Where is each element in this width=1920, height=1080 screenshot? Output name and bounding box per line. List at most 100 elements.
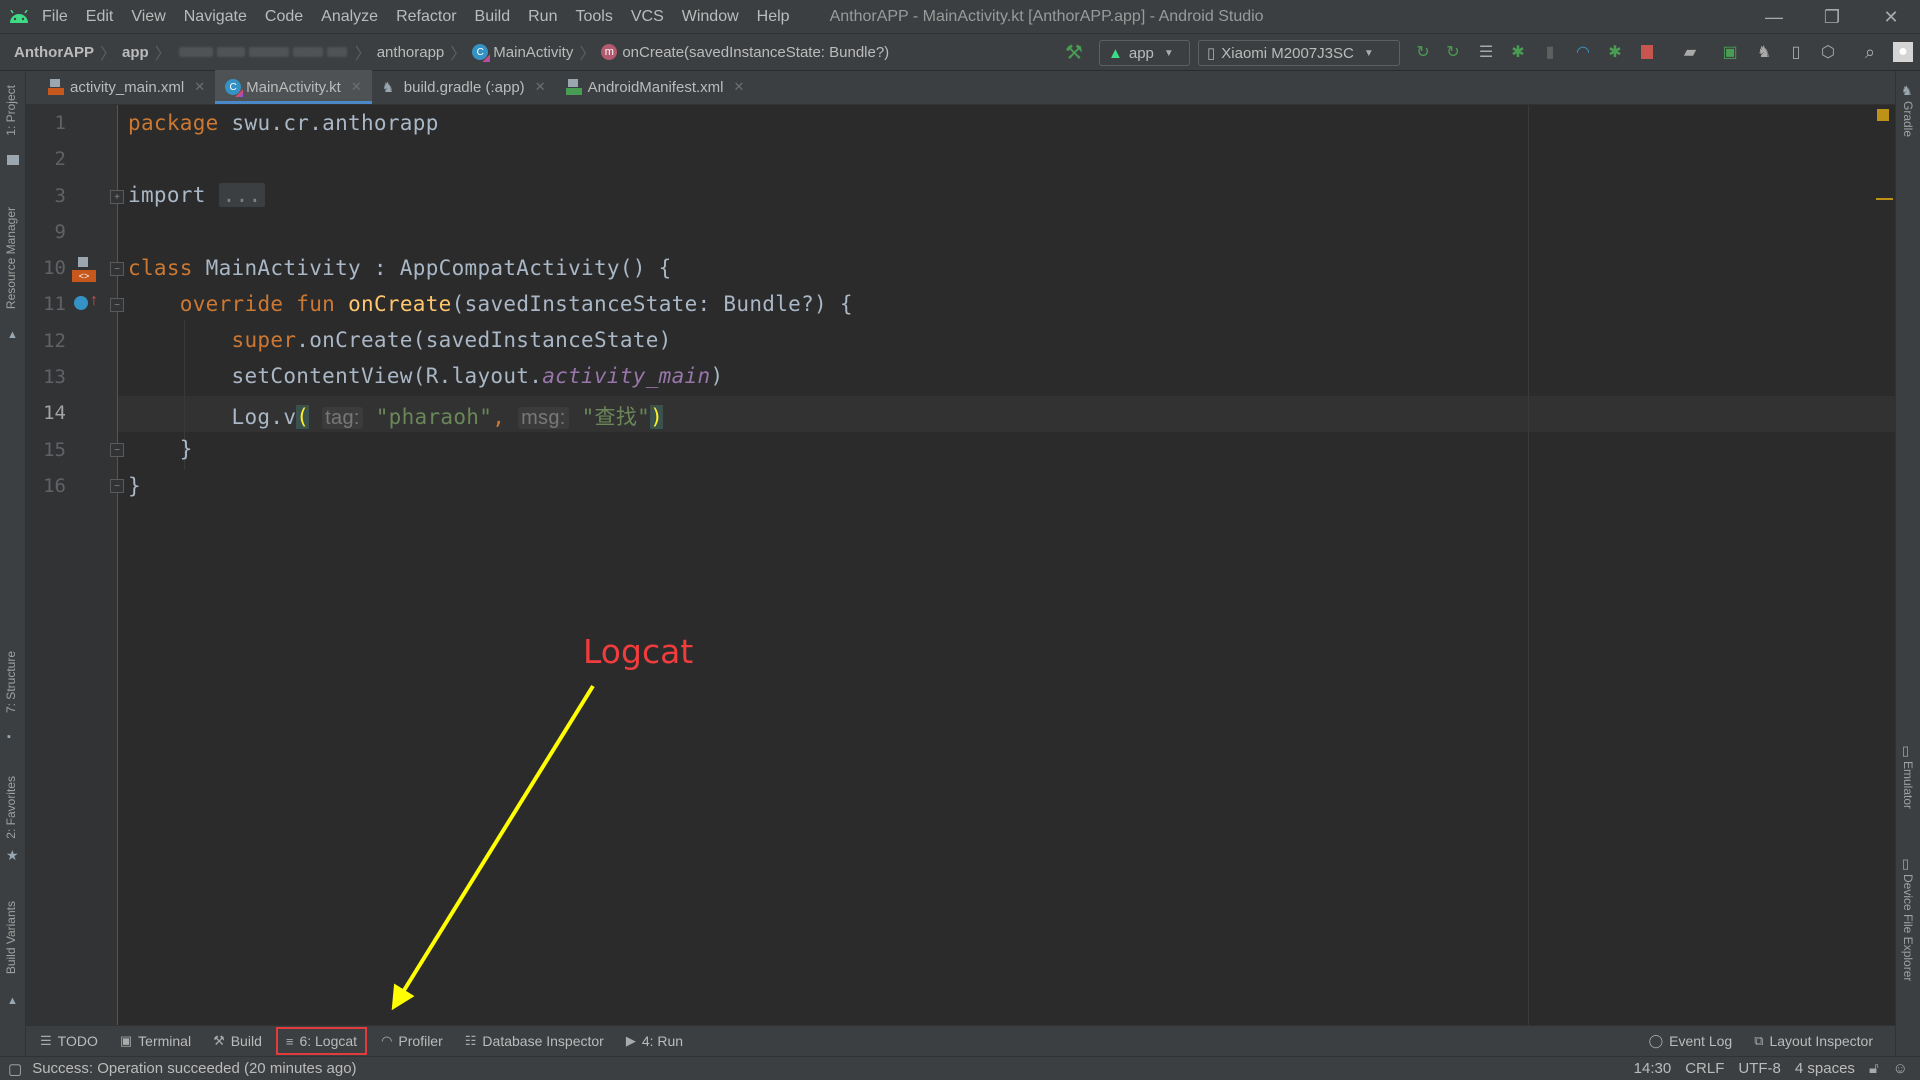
close-tab-icon[interactable]: ✕ bbox=[351, 79, 362, 95]
menu-file[interactable]: File bbox=[42, 8, 68, 26]
breadcrumb-package[interactable]: anthorapp bbox=[377, 44, 445, 61]
breadcrumb-separator: 〉 bbox=[450, 46, 467, 63]
kotlin-class-icon: C bbox=[472, 44, 489, 60]
menu-tools[interactable]: Tools bbox=[575, 8, 612, 26]
close-tab-icon[interactable]: ✕ bbox=[535, 79, 546, 95]
tool-window-layout-inspector[interactable]: ⧉ Layout Inspector bbox=[1754, 1033, 1873, 1049]
apply-changes-restart-icon[interactable]: ↻ bbox=[1413, 42, 1433, 62]
tool-emulator[interactable]: Emulator bbox=[1901, 761, 1915, 809]
debug-icon[interactable]: ✱ bbox=[1508, 42, 1528, 62]
tool-window-database-inspector[interactable]: ☷ Database Inspector bbox=[465, 1033, 604, 1049]
bottom-tool-bar: ☰ TODO ▣ Terminal ⚒ Build ≡ 6: Logcat ◠ Profi… bbox=[26, 1025, 1895, 1056]
menu-vcs[interactable]: VCS bbox=[631, 8, 664, 26]
fold-expand-icon[interactable]: + bbox=[110, 190, 124, 204]
tool-window-terminal[interactable]: ▣ Terminal bbox=[120, 1033, 191, 1049]
layout-file-icon[interactable]: <> bbox=[72, 257, 96, 283]
line-number: 15 bbox=[43, 439, 66, 461]
run-config-select[interactable]: ▲ app ▼ bbox=[1099, 40, 1190, 66]
warning-stripe-marker[interactable] bbox=[1876, 198, 1893, 200]
tool-build-variants[interactable]: Build Variants bbox=[4, 901, 18, 974]
menu-window[interactable]: Window bbox=[682, 8, 739, 26]
android-icon: ▲ bbox=[7, 995, 18, 1007]
tool-favorites[interactable]: 2: Favorites bbox=[4, 776, 18, 839]
status-message[interactable]: Success: Operation succeeded (20 minutes… bbox=[32, 1060, 356, 1077]
close-tab-icon[interactable]: ✕ bbox=[194, 79, 205, 95]
menu-help[interactable]: Help bbox=[757, 8, 790, 26]
emulator-icon: ▯ bbox=[1902, 743, 1910, 758]
tool-device-file-explorer[interactable]: Device File Explorer bbox=[1901, 874, 1915, 981]
menu-code[interactable]: Code bbox=[265, 8, 303, 26]
overrides-method-icon[interactable] bbox=[74, 296, 88, 310]
tool-window-logcat[interactable]: ≡ 6: Logcat bbox=[275, 1027, 368, 1055]
tool-resource-manager[interactable]: Resource Manager bbox=[4, 207, 18, 309]
tool-window-run[interactable]: ▶ 4: Run bbox=[626, 1033, 683, 1049]
status-toggle-icon[interactable]: ▢ bbox=[8, 1060, 22, 1078]
debug-attach-icon[interactable]: ✱ bbox=[1605, 42, 1625, 62]
breadcrumb-separator: 〉 bbox=[100, 46, 117, 63]
restore-button[interactable]: ❐ bbox=[1803, 0, 1861, 34]
code-editor[interactable] bbox=[118, 105, 1895, 1025]
tab-activity-main-xml[interactable]: activity_main.xml ✕ bbox=[38, 70, 215, 104]
tool-structure[interactable]: 7: Structure bbox=[4, 651, 18, 713]
search-icon[interactable]: ⌕ bbox=[1860, 42, 1880, 62]
sdk-download-icon[interactable]: ⬡ bbox=[1818, 42, 1838, 62]
code-line-1: package swu.cr.anthorapp bbox=[128, 111, 439, 135]
code-line-13: setContentView(R.layout.activity_main) bbox=[231, 364, 724, 388]
minimize-button[interactable]: — bbox=[1745, 0, 1803, 34]
tool-gradle[interactable]: Gradle bbox=[1901, 101, 1915, 137]
profiler-icon: ◠ bbox=[381, 1033, 393, 1048]
close-tab-icon[interactable]: ✕ bbox=[733, 79, 744, 95]
menu-run[interactable]: Run bbox=[528, 8, 557, 26]
tab-mainactivity-kt[interactable]: C MainActivity.kt ✕ bbox=[215, 70, 372, 104]
tab-label: AndroidManifest.xml bbox=[587, 78, 724, 96]
account-icon[interactable]: ● bbox=[1893, 42, 1913, 62]
fold-collapse-icon[interactable]: − bbox=[110, 298, 124, 312]
warning-indicator-icon[interactable] bbox=[1877, 109, 1889, 121]
avd-manager-icon[interactable]: ▣ bbox=[1720, 42, 1740, 62]
breadcrumb-module[interactable]: app bbox=[122, 44, 149, 61]
tool-window-build[interactable]: ⚒ Build bbox=[213, 1033, 262, 1049]
breadcrumb-project[interactable]: AnthorAPP bbox=[14, 44, 94, 61]
structure-icon: ▪ bbox=[7, 731, 11, 743]
close-window-button[interactable]: ✕ bbox=[1862, 0, 1920, 34]
tool-window-profiler[interactable]: ◠ Profiler bbox=[381, 1033, 443, 1049]
profile-icon[interactable]: ◠ bbox=[1573, 42, 1593, 62]
device-manager-icon[interactable]: ▯ bbox=[1786, 42, 1806, 62]
breadcrumb-redacted bbox=[177, 44, 349, 61]
menu-refactor[interactable]: Refactor bbox=[396, 8, 456, 26]
tab-label: activity_main.xml bbox=[70, 78, 185, 96]
menu-build[interactable]: Build bbox=[475, 8, 511, 26]
menu-navigate[interactable]: Navigate bbox=[184, 8, 247, 26]
file-encoding[interactable]: UTF-8 bbox=[1738, 1060, 1781, 1077]
tab-android-manifest[interactable]: AndroidManifest.xml ✕ bbox=[556, 70, 755, 104]
breadcrumb-method[interactable]: m onCreate(savedInstanceState: Bundle?) bbox=[601, 44, 889, 61]
stop-icon[interactable] bbox=[1637, 42, 1657, 62]
tool-window-event-log[interactable]: ◯ Event Log bbox=[1649, 1033, 1733, 1049]
gradle-sync-icon[interactable]: ♞ bbox=[1754, 42, 1774, 62]
inspector-icon[interactable]: ☺ bbox=[1893, 1060, 1908, 1077]
fold-end-icon[interactable]: − bbox=[110, 479, 124, 493]
menu-view[interactable]: View bbox=[131, 8, 165, 26]
line-number: 16 bbox=[43, 475, 66, 497]
device-select[interactable]: ▯ Xiaomi M2007J3SC ▼ bbox=[1198, 40, 1400, 66]
indent-setting[interactable]: 4 spaces bbox=[1795, 1060, 1855, 1077]
tool-window-todo[interactable]: ☰ TODO bbox=[40, 1033, 98, 1049]
attach-debugger-icon[interactable]: ▮ bbox=[1540, 42, 1560, 62]
line-separator[interactable]: CRLF bbox=[1685, 1060, 1724, 1077]
sync-icon[interactable]: ☰ bbox=[1476, 42, 1496, 62]
sdk-manager-icon[interactable]: ▰ bbox=[1680, 42, 1700, 62]
folded-imports[interactable]: ... bbox=[218, 183, 266, 207]
breadcrumb-class[interactable]: C MainActivity bbox=[472, 44, 573, 61]
hammer-icon[interactable]: ⚒ bbox=[1064, 42, 1084, 64]
fold-end-icon[interactable]: − bbox=[110, 443, 124, 457]
menu-analyze[interactable]: Analyze bbox=[321, 8, 378, 26]
lock-icon[interactable]: 🔓︎ bbox=[1869, 1060, 1879, 1077]
fold-collapse-icon[interactable]: − bbox=[110, 262, 124, 276]
tool-project[interactable]: 1: Project bbox=[4, 85, 18, 136]
tab-build-gradle[interactable]: ♞ build.gradle (:app) ✕ bbox=[372, 70, 556, 104]
logcat-icon: ≡ bbox=[285, 1033, 294, 1049]
caret-position[interactable]: 14:30 bbox=[1634, 1060, 1672, 1077]
menu-edit[interactable]: Edit bbox=[86, 8, 114, 26]
window-title: AnthorAPP - MainActivity.kt [AnthorAPP.a… bbox=[829, 7, 1264, 25]
apply-code-changes-icon[interactable]: ↻ bbox=[1443, 42, 1463, 62]
